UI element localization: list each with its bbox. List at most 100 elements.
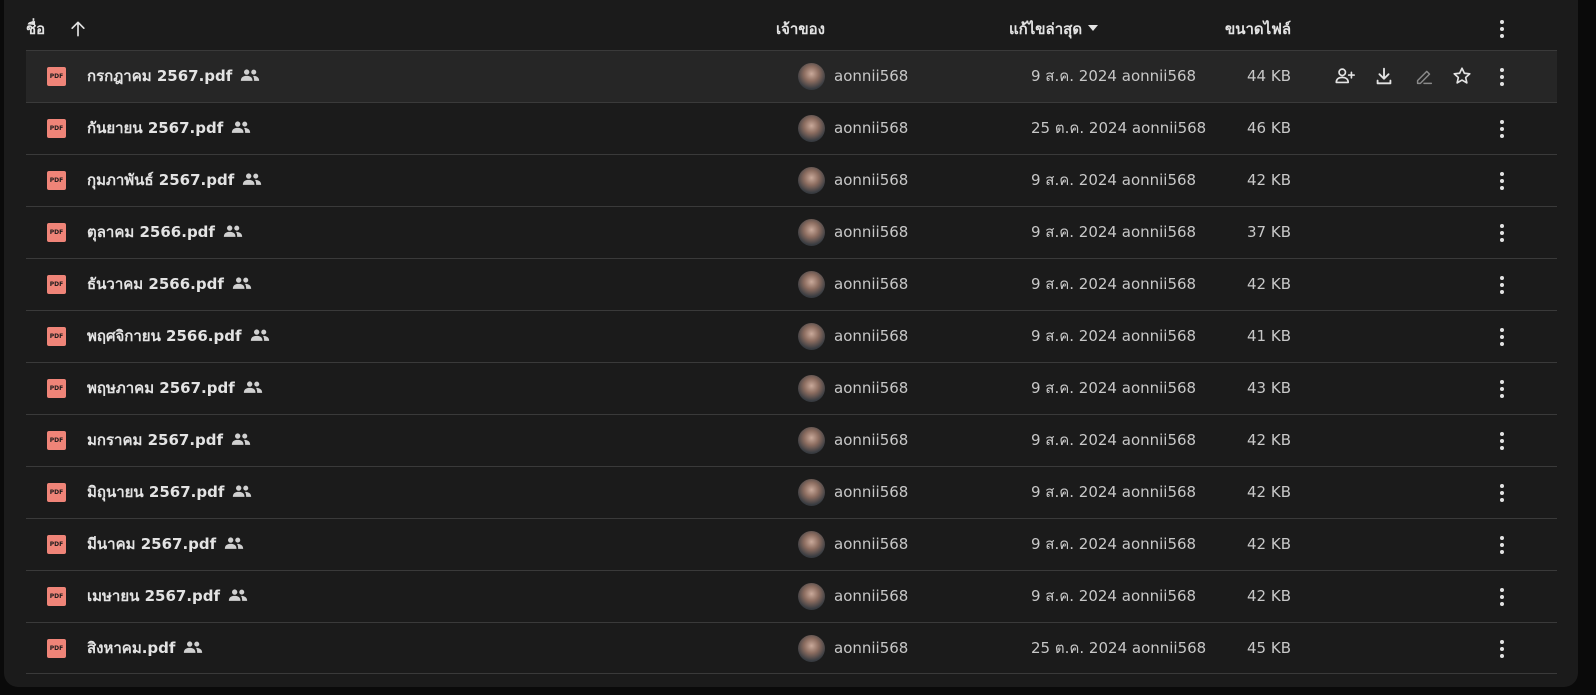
- file-size: 45 KB: [1247, 639, 1291, 657]
- last-modified: 9 ส.ค. 2024 aonnii568: [1031, 67, 1197, 85]
- file-name: ตุลาคม 2566.pdf: [87, 223, 215, 241]
- more-vert-icon[interactable]: [1490, 117, 1514, 141]
- more-vert-icon[interactable]: [1490, 273, 1514, 297]
- pdf-file-icon: PDF: [47, 639, 66, 658]
- more-vert-icon[interactable]: [1490, 637, 1514, 661]
- more-vert-icon[interactable]: [1490, 429, 1514, 453]
- file-size: 37 KB: [1247, 223, 1291, 241]
- pdf-file-icon: PDF: [47, 431, 66, 450]
- file-row[interactable]: PDF กุมภาพันธ์ 2567.pdf aonnii568 9 ส.ค.…: [26, 154, 1557, 206]
- file-row[interactable]: PDF พฤศจิกายน 2566.pdf aonnii568 9 ส.ค. …: [26, 310, 1557, 362]
- shared-people-icon: [232, 120, 251, 133]
- more-vert-icon[interactable]: [1490, 221, 1514, 245]
- file-row[interactable]: PDF มิถุนายน 2567.pdf aonnii568 9 ส.ค. 2…: [26, 466, 1557, 518]
- column-header-name[interactable]: ชื่อ: [26, 0, 45, 50]
- pdf-file-icon: PDF: [47, 223, 66, 242]
- last-modified: 9 ส.ค. 2024 aonnii568: [1031, 587, 1197, 605]
- file-name-cell[interactable]: กันยายน 2567.pdf: [87, 103, 251, 154]
- column-header-name-label: ชื่อ: [26, 20, 46, 38]
- file-name-cell[interactable]: เมษายน 2567.pdf: [87, 571, 248, 622]
- file-name-cell[interactable]: ธันวาคม 2566.pdf: [87, 259, 252, 310]
- last-modified: 9 ส.ค. 2024 aonnii568: [1031, 535, 1197, 553]
- owner-name: aonnii568: [834, 431, 909, 449]
- file-size: 42 KB: [1247, 587, 1291, 605]
- pdf-file-icon: PDF: [47, 587, 66, 606]
- file-name-cell[interactable]: กรกฎาคม 2567.pdf: [87, 51, 260, 102]
- file-row[interactable]: PDF มกราคม 2567.pdf aonnii568 9 ส.ค. 202…: [26, 414, 1557, 466]
- owner-name: aonnii568: [834, 483, 909, 501]
- file-name: กันยายน 2567.pdf: [87, 119, 224, 137]
- avatar: [798, 427, 825, 454]
- file-row[interactable]: PDF พฤษภาคม 2567.pdf aonnii568 9 ส.ค. 20…: [26, 362, 1557, 414]
- pdf-file-icon: PDF: [47, 67, 66, 86]
- column-header-size[interactable]: ขนาดไฟล์: [1225, 0, 1291, 50]
- file-name: สิงหาคม.pdf: [87, 639, 176, 657]
- file-row[interactable]: PDF สิงหาคม.pdf aonnii568 25 ต.ค. 2024 a…: [26, 622, 1557, 674]
- pdf-file-icon: PDF: [47, 171, 66, 190]
- last-modified: 9 ส.ค. 2024 aonnii568: [1031, 431, 1197, 449]
- file-size: 44 KB: [1247, 67, 1291, 85]
- more-vert-icon[interactable]: [1490, 481, 1514, 505]
- file-size: 43 KB: [1247, 379, 1291, 397]
- file-row[interactable]: PDF มีนาคม 2567.pdf aonnii568 9 ส.ค. 202…: [26, 518, 1557, 570]
- file-row[interactable]: PDF ตุลาคม 2566.pdf aonnii568 9 ส.ค. 202…: [26, 206, 1557, 258]
- file-name-cell[interactable]: พฤศจิกายน 2566.pdf: [87, 311, 270, 362]
- arrow-up-icon[interactable]: [68, 19, 88, 39]
- file-size: 42 KB: [1247, 483, 1291, 501]
- file-row[interactable]: PDF กรกฎาคม 2567.pdf aonnii568 9 ส.ค. 20…: [26, 50, 1557, 102]
- file-name-cell[interactable]: มีนาคม 2567.pdf: [87, 519, 244, 570]
- shared-people-icon: [233, 484, 252, 497]
- shared-people-icon: [223, 224, 243, 237]
- file-name-cell[interactable]: กุมภาพันธ์ 2567.pdf: [87, 155, 262, 206]
- owner-name: aonnii568: [834, 223, 909, 241]
- avatar: [798, 375, 825, 402]
- last-modified: 9 ส.ค. 2024 aonnii568: [1031, 171, 1197, 189]
- more-vert-icon[interactable]: [1490, 585, 1514, 609]
- more-vert-icon[interactable]: [1490, 377, 1514, 401]
- star-icon[interactable]: [1451, 65, 1473, 87]
- file-name: กรกฎาคม 2567.pdf: [87, 67, 233, 85]
- owner-name: aonnii568: [834, 327, 909, 345]
- file-size: 42 KB: [1247, 431, 1291, 449]
- shared-people-icon: [232, 276, 252, 289]
- file-size: 42 KB: [1247, 535, 1291, 553]
- file-name-cell[interactable]: พฤษภาคม 2567.pdf: [87, 363, 263, 414]
- file-name-cell[interactable]: สิงหาคม.pdf: [87, 623, 203, 674]
- shared-people-icon: [250, 328, 269, 341]
- file-list-panel: ชื่อ เจ้าของ แก้ไขล่าสุด ขนาดไฟล์ PDF กร…: [4, 0, 1578, 687]
- file-row[interactable]: PDF เมษายน 2567.pdf aonnii568 9 ส.ค. 202…: [26, 570, 1557, 622]
- rename-edit-icon[interactable]: [1413, 65, 1435, 87]
- file-name-cell[interactable]: มกราคม 2567.pdf: [87, 415, 251, 466]
- column-header-modified[interactable]: แก้ไขล่าสุด: [1009, 0, 1099, 50]
- pdf-file-icon: PDF: [47, 535, 66, 554]
- owner-name: aonnii568: [834, 379, 909, 397]
- download-icon[interactable]: [1373, 65, 1395, 87]
- file-name-cell[interactable]: มิถุนายน 2567.pdf: [87, 467, 252, 518]
- last-modified: 9 ส.ค. 2024 aonnii568: [1031, 327, 1197, 345]
- avatar: [798, 531, 825, 558]
- more-vert-icon[interactable]: [1490, 65, 1514, 89]
- pdf-file-icon: PDF: [47, 327, 66, 346]
- file-name: มีนาคม 2567.pdf: [87, 535, 217, 553]
- more-vert-icon[interactable]: [1490, 17, 1514, 41]
- file-size: 46 KB: [1247, 119, 1291, 137]
- share-person-add-icon[interactable]: [1334, 65, 1356, 87]
- more-vert-icon[interactable]: [1490, 325, 1514, 349]
- file-row[interactable]: PDF กันยายน 2567.pdf aonnii568 25 ต.ค. 2…: [26, 102, 1557, 154]
- avatar: [798, 479, 825, 506]
- file-row[interactable]: PDF ธันวาคม 2566.pdf aonnii568 9 ส.ค. 20…: [26, 258, 1557, 310]
- column-header-owner[interactable]: เจ้าของ: [776, 0, 825, 50]
- file-name-cell[interactable]: ตุลาคม 2566.pdf: [87, 207, 243, 258]
- chevron-down-icon: [1088, 24, 1099, 31]
- shared-people-icon: [241, 68, 260, 81]
- avatar: [798, 583, 825, 610]
- shared-people-icon: [231, 432, 251, 445]
- more-vert-icon[interactable]: [1490, 533, 1514, 557]
- file-list-header: ชื่อ เจ้าของ แก้ไขล่าสุด ขนาดไฟล์: [4, 0, 1578, 50]
- file-name: ธันวาคม 2566.pdf: [87, 275, 224, 293]
- last-modified: 9 ส.ค. 2024 aonnii568: [1031, 275, 1197, 293]
- last-modified: 9 ส.ค. 2024 aonnii568: [1031, 379, 1197, 397]
- owner-name: aonnii568: [834, 67, 909, 85]
- more-vert-icon[interactable]: [1490, 169, 1514, 193]
- avatar: [798, 63, 825, 90]
